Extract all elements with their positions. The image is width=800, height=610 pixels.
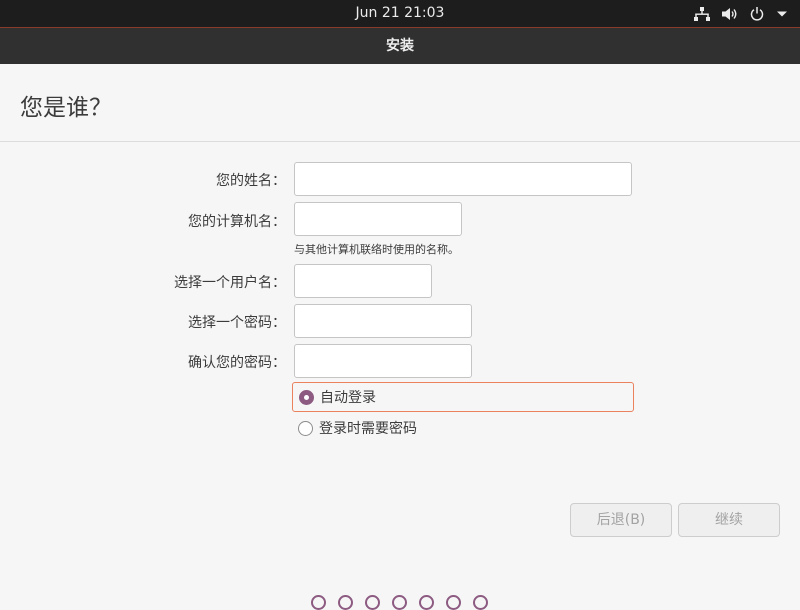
progress-dot	[311, 595, 326, 610]
password-field[interactable]	[294, 304, 472, 338]
progress-dot	[446, 595, 461, 610]
auto-login-radio[interactable]	[299, 389, 314, 405]
progress-dot	[392, 595, 407, 610]
require-password-label[interactable]: 登录时需要密码	[319, 418, 417, 438]
system-tray[interactable]	[694, 0, 788, 27]
confirm-password-label: 确认您的密码：	[188, 355, 286, 371]
password-label: 选择一个密码：	[188, 315, 286, 331]
username-field[interactable]	[294, 264, 432, 298]
auto-login-option[interactable]: 自动登录	[292, 382, 634, 412]
top-panel: Jun 21 21:03	[0, 0, 800, 27]
computer-name-label: 您的计算机名：	[188, 214, 286, 230]
progress-dot	[365, 595, 380, 610]
page-title: 您是谁？	[20, 95, 112, 121]
back-button[interactable]: 后退(B)	[570, 503, 672, 537]
name-label: 您的姓名：	[216, 173, 286, 189]
window-title: 安装	[0, 27, 800, 64]
progress-dot	[473, 595, 488, 610]
username-label: 选择一个用户名：	[174, 275, 286, 291]
header-divider	[0, 141, 800, 142]
name-field[interactable]	[294, 162, 632, 196]
progress-dot	[338, 595, 353, 610]
require-password-radio[interactable]	[298, 420, 313, 436]
computer-name-field[interactable]	[294, 202, 462, 236]
require-password-option[interactable]: 登录时需要密码	[292, 413, 417, 443]
menu-arrow-icon[interactable]	[776, 10, 788, 18]
continue-button[interactable]: 继续	[678, 503, 780, 537]
power-icon[interactable]	[750, 6, 764, 21]
network-icon[interactable]	[694, 6, 710, 21]
progress-dot	[419, 595, 434, 610]
auto-login-label[interactable]: 自动登录	[320, 387, 376, 407]
confirm-password-field[interactable]	[294, 344, 472, 378]
progress-dots	[311, 595, 488, 610]
volume-icon[interactable]	[722, 7, 738, 21]
clock[interactable]: Jun 21 21:03	[0, 0, 800, 27]
computer-name-hint: 与其他计算机联络时使用的名称。	[294, 243, 459, 256]
